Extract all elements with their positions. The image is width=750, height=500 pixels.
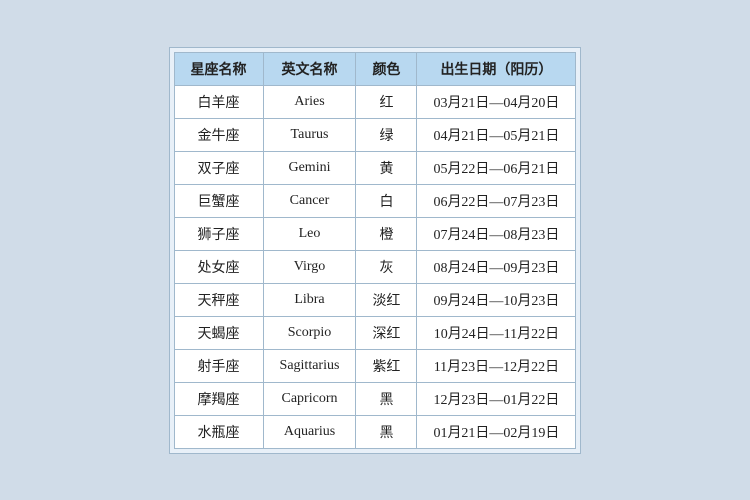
table-row: 摩羯座Capricorn黑12月23日—01月22日 <box>174 382 576 415</box>
cell-9-2: 黑 <box>356 382 417 415</box>
cell-5-2: 灰 <box>356 250 417 283</box>
cell-10-0: 水瓶座 <box>174 415 263 448</box>
cell-0-2: 红 <box>356 85 417 118</box>
cell-6-3: 09月24日—10月23日 <box>417 283 576 316</box>
table-row: 白羊座Aries红03月21日—04月20日 <box>174 85 576 118</box>
cell-10-1: Aquarius <box>263 415 356 448</box>
cell-2-2: 黄 <box>356 151 417 184</box>
cell-0-3: 03月21日—04月20日 <box>417 85 576 118</box>
cell-9-1: Capricorn <box>263 382 356 415</box>
cell-10-3: 01月21日—02月19日 <box>417 415 576 448</box>
table-row: 金牛座Taurus绿04月21日—05月21日 <box>174 118 576 151</box>
cell-3-2: 白 <box>356 184 417 217</box>
cell-5-1: Virgo <box>263 250 356 283</box>
table-row: 处女座Virgo灰08月24日—09月23日 <box>174 250 576 283</box>
table-row: 射手座Sagittarius紫红11月23日—12月22日 <box>174 349 576 382</box>
cell-4-3: 07月24日—08月23日 <box>417 217 576 250</box>
zodiac-table-container: 星座名称英文名称颜色出生日期（阳历） 白羊座Aries红03月21日—04月20… <box>169 47 582 454</box>
cell-4-1: Leo <box>263 217 356 250</box>
cell-2-1: Gemini <box>263 151 356 184</box>
cell-2-3: 05月22日—06月21日 <box>417 151 576 184</box>
cell-6-1: Libra <box>263 283 356 316</box>
table-row: 水瓶座Aquarius黑01月21日—02月19日 <box>174 415 576 448</box>
cell-8-1: Sagittarius <box>263 349 356 382</box>
cell-8-2: 紫红 <box>356 349 417 382</box>
cell-8-3: 11月23日—12月22日 <box>417 349 576 382</box>
cell-6-0: 天秤座 <box>174 283 263 316</box>
cell-0-0: 白羊座 <box>174 85 263 118</box>
cell-3-1: Cancer <box>263 184 356 217</box>
table-header: 星座名称英文名称颜色出生日期（阳历） <box>174 52 576 85</box>
cell-4-0: 狮子座 <box>174 217 263 250</box>
cell-9-0: 摩羯座 <box>174 382 263 415</box>
cell-7-3: 10月24日—11月22日 <box>417 316 576 349</box>
cell-7-0: 天蝎座 <box>174 316 263 349</box>
cell-1-1: Taurus <box>263 118 356 151</box>
cell-1-0: 金牛座 <box>174 118 263 151</box>
cell-0-1: Aries <box>263 85 356 118</box>
zodiac-table: 星座名称英文名称颜色出生日期（阳历） 白羊座Aries红03月21日—04月20… <box>174 52 577 449</box>
header-cell-2: 颜色 <box>356 52 417 85</box>
table-row: 巨蟹座Cancer白06月22日—07月23日 <box>174 184 576 217</box>
header-row: 星座名称英文名称颜色出生日期（阳历） <box>174 52 576 85</box>
header-cell-3: 出生日期（阳历） <box>417 52 576 85</box>
cell-7-1: Scorpio <box>263 316 356 349</box>
cell-8-0: 射手座 <box>174 349 263 382</box>
table-row: 狮子座Leo橙07月24日—08月23日 <box>174 217 576 250</box>
cell-7-2: 深红 <box>356 316 417 349</box>
cell-5-0: 处女座 <box>174 250 263 283</box>
cell-4-2: 橙 <box>356 217 417 250</box>
cell-2-0: 双子座 <box>174 151 263 184</box>
cell-10-2: 黑 <box>356 415 417 448</box>
cell-3-3: 06月22日—07月23日 <box>417 184 576 217</box>
cell-9-3: 12月23日—01月22日 <box>417 382 576 415</box>
table-row: 天秤座Libra淡红09月24日—10月23日 <box>174 283 576 316</box>
cell-5-3: 08月24日—09月23日 <box>417 250 576 283</box>
table-body: 白羊座Aries红03月21日—04月20日金牛座Taurus绿04月21日—0… <box>174 85 576 448</box>
cell-6-2: 淡红 <box>356 283 417 316</box>
header-cell-0: 星座名称 <box>174 52 263 85</box>
cell-1-3: 04月21日—05月21日 <box>417 118 576 151</box>
table-row: 双子座Gemini黄05月22日—06月21日 <box>174 151 576 184</box>
cell-3-0: 巨蟹座 <box>174 184 263 217</box>
cell-1-2: 绿 <box>356 118 417 151</box>
table-row: 天蝎座Scorpio深红10月24日—11月22日 <box>174 316 576 349</box>
header-cell-1: 英文名称 <box>263 52 356 85</box>
